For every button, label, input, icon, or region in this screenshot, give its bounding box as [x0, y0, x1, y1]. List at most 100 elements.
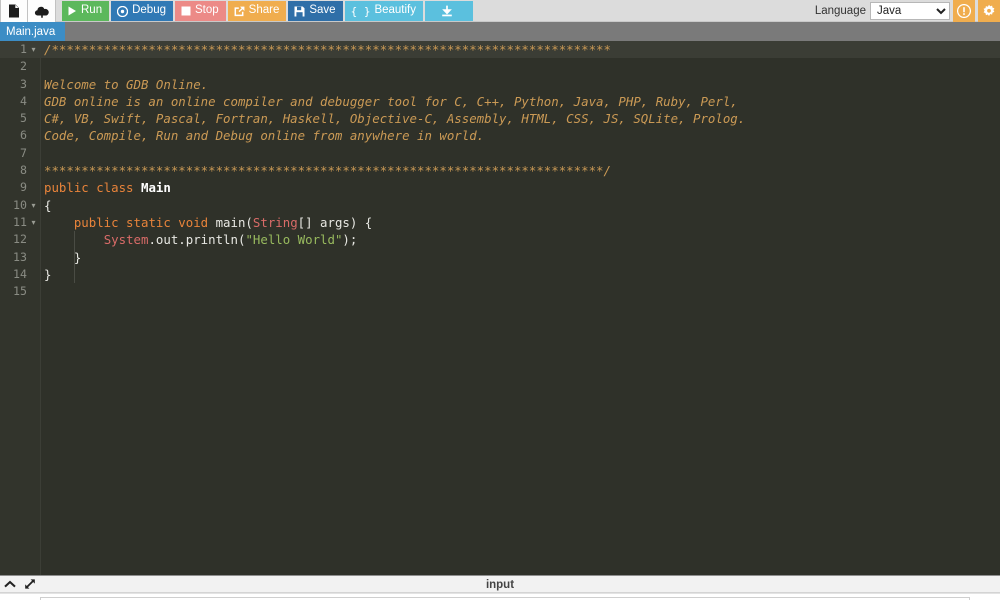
code-token-plain: );	[342, 232, 357, 247]
code-token-comment: /***************************************…	[44, 42, 611, 57]
code-token-type: String	[253, 215, 298, 230]
play-icon	[68, 6, 77, 16]
line-number: 14	[0, 266, 40, 283]
save-button-label: Save	[309, 5, 335, 17]
code-line[interactable]	[41, 145, 1000, 162]
code-line[interactable]: public class Main	[41, 179, 1000, 196]
code-line[interactable]: }	[41, 249, 1000, 266]
line-number: 6	[0, 127, 40, 144]
resize-diagonal-icon	[24, 578, 36, 590]
line-number-row: 9	[0, 179, 40, 196]
run-button[interactable]: Run	[62, 1, 109, 21]
line-number-row: 10▾	[0, 197, 40, 214]
line-number: 3	[0, 76, 40, 93]
code-line[interactable]: public static void main(String[] args) {	[41, 214, 1000, 231]
settings-button[interactable]	[978, 0, 1000, 22]
line-number-row: 14	[0, 266, 40, 283]
line-number-row: 1▾	[0, 41, 40, 58]
new-file-button[interactable]	[0, 0, 28, 22]
code-line[interactable]: /***************************************…	[41, 41, 1000, 58]
stop-button[interactable]: Stop	[175, 1, 226, 21]
share-button-label: Share	[249, 5, 280, 17]
run-button-label: Run	[81, 5, 102, 17]
line-number: 9	[0, 179, 40, 196]
code-line[interactable]: }	[41, 266, 1000, 283]
code-line[interactable]: {	[41, 197, 1000, 214]
code-line[interactable]	[41, 58, 1000, 75]
line-number: 4	[0, 93, 40, 110]
line-number: 13	[0, 249, 40, 266]
code-token-plain	[44, 215, 74, 230]
indent-guide	[74, 231, 75, 283]
toolbar-icon-group	[0, 0, 56, 21]
chevron-up-icon	[4, 580, 16, 589]
upload-button[interactable]	[28, 0, 56, 22]
code-line[interactable]: System.out.println("Hello World");	[41, 231, 1000, 248]
code-token-type: System	[104, 232, 149, 247]
main-toolbar: Run Debug Stop Share	[0, 0, 1000, 22]
line-number-row: 5	[0, 110, 40, 127]
line-number: 12	[0, 231, 40, 248]
maximize-panel-button[interactable]	[20, 575, 40, 593]
code-editor[interactable]: 1▾2345678910▾11▾12131415 /**************…	[0, 41, 1000, 575]
stop-button-label: Stop	[195, 5, 219, 17]
code-token-comment: C#, VB, Swift, Pascal, Fortran, Haskell,…	[44, 111, 745, 126]
info-button[interactable]	[953, 0, 975, 22]
floppy-icon	[294, 6, 305, 17]
language-select[interactable]: Java	[870, 2, 950, 20]
gdb-online-app: Run Debug Stop Share	[0, 0, 1000, 600]
line-number: 2	[0, 58, 40, 75]
line-number-row: 2	[0, 58, 40, 75]
collapse-panel-button[interactable]	[0, 575, 20, 593]
language-label: Language	[815, 5, 866, 17]
io-panel-title: input	[0, 576, 1000, 594]
code-token-plain: [] args) {	[298, 215, 373, 230]
cloud-upload-icon	[34, 5, 50, 18]
tab-main-java[interactable]: Main.java	[0, 22, 65, 41]
code-token-comment: ****************************************…	[44, 163, 611, 178]
code-fold-toggle[interactable]: ▾	[29, 197, 38, 214]
code-line[interactable]: GDB online is an online compiler and deb…	[41, 93, 1000, 110]
line-number-row: 13	[0, 249, 40, 266]
code-token-kw: public static void	[74, 215, 216, 230]
code-token-plain: .out.println(	[148, 232, 245, 247]
beautify-button[interactable]: { } Beautify	[345, 1, 423, 21]
code-token-comment: Code, Compile, Run and Debug online from…	[44, 128, 484, 143]
code-line[interactable]: ****************************************…	[41, 162, 1000, 179]
line-number-row: 8	[0, 162, 40, 179]
line-number: 8	[0, 162, 40, 179]
line-number-row: 6	[0, 127, 40, 144]
save-button[interactable]: Save	[288, 1, 342, 21]
line-number-row: 4	[0, 93, 40, 110]
debug-button[interactable]: Debug	[111, 1, 173, 21]
line-number-row: 3	[0, 76, 40, 93]
debug-button-label: Debug	[132, 5, 166, 17]
code-line[interactable]: Code, Compile, Run and Debug online from…	[41, 127, 1000, 144]
io-panel-header[interactable]: input	[0, 575, 1000, 593]
line-number-row: 7	[0, 145, 40, 162]
code-token-cls: Main	[141, 180, 171, 195]
download-icon	[441, 5, 453, 17]
code-line[interactable]	[41, 283, 1000, 300]
code-token-kw: public class	[44, 180, 141, 195]
language-selector-group: Language Java	[815, 0, 1000, 22]
line-number: 15	[0, 283, 40, 300]
file-tab-bar: Main.java	[0, 22, 1000, 41]
code-fold-toggle[interactable]: ▾	[29, 41, 38, 58]
line-number-row: 15	[0, 283, 40, 300]
beautify-button-label: Beautify	[374, 5, 416, 17]
code-line[interactable]: Welcome to GDB Online.	[41, 76, 1000, 93]
code-line[interactable]: C#, VB, Swift, Pascal, Fortran, Haskell,…	[41, 110, 1000, 127]
gear-icon	[982, 4, 996, 18]
download-button[interactable]	[425, 1, 473, 21]
code-token-plain: {	[44, 198, 51, 213]
code-token-comment: GDB online is an online compiler and deb…	[44, 94, 738, 109]
share-button[interactable]: Share	[228, 1, 287, 21]
code-token-str: "Hello World"	[245, 232, 342, 247]
code-content[interactable]: /***************************************…	[41, 41, 1000, 575]
code-token-plain: main(	[216, 215, 253, 230]
line-number-row: 11▾	[0, 214, 40, 231]
line-number: 5	[0, 110, 40, 127]
share-icon	[234, 6, 245, 17]
code-fold-toggle[interactable]: ▾	[29, 214, 38, 231]
